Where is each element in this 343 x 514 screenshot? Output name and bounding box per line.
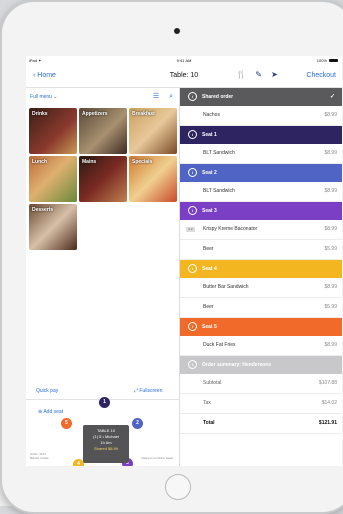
seat-1-button[interactable]: 1 [99,397,110,408]
category-breakfast[interactable]: Breakfast [129,108,177,154]
order-info: Order: 2101 Bartsd: trustle [30,452,49,460]
category-lunch[interactable]: Lunch [29,156,77,202]
seat-4-header[interactable]: i Seat 4 [180,260,342,278]
checkmark-icon: ✓ [329,94,335,100]
tax-row: Tax $14.02 [180,394,342,414]
navigation-bar: ‹ Home Table: 10 🍴 ✎ ➤ Checkout [26,65,342,88]
category-mains[interactable]: Mains [79,156,127,202]
order-item[interactable]: Beer $5.99 [180,298,342,318]
order-pane: i Shared order ✓ Nachos $8.99 i Seat 1 BLT … [180,88,342,466]
seat-2-button[interactable]: 2 [132,418,143,429]
battery-icon [329,59,338,63]
camera-icon [174,28,180,34]
category-specials[interactable]: Specials [129,156,177,202]
seat-5-header[interactable]: i Seat 5 [180,318,342,336]
category-appetizers[interactable]: Appetizers [79,108,127,154]
info-icon: i [188,92,197,102]
table-card[interactable]: TABLE 10 (1) 5 • Michael 1h 6m Shared $8… [83,425,129,463]
list-icon[interactable]: ☰ [153,93,159,100]
cutlery-icon[interactable]: 🍴 [236,70,246,79]
order-item[interactable]: 2.2 Krispy Kreme Baconator $8.99 [180,220,342,240]
seat-3-header[interactable]: i Seat 3 [180,202,342,220]
seat-2-header[interactable]: i Seat 2 [180,164,342,182]
home-button[interactable] [165,474,191,500]
category-desserts[interactable]: Desserts [29,204,77,250]
checkout-button[interactable]: Checkout [306,72,336,79]
info-icon: i [188,264,197,274]
add-seat-button[interactable]: ⊕ Add seat [38,409,63,415]
clock-label: 9:41 AM [176,58,192,63]
menu-pane: Full menu ⌄ ☰ ⌕ Drinks Appetizers Breakf… [26,88,180,466]
order-item[interactable]: BLT Sandwich $8.99 [180,182,342,202]
ipad-device: iPad ✦ 9:41 AM 100% ‹ Home Table: 10 🍴 ✎… [0,0,343,514]
order-item[interactable]: Butter Bar Sandwich $8.99 [180,278,342,298]
fullscreen-icon: ⤢ [134,388,139,394]
menu-selector[interactable]: Full menu ⌄ [30,94,58,100]
total-row: Total $121.91 [180,414,342,434]
swipe-hint: Swipe to combine seats [141,456,173,460]
seat-5-button[interactable]: 5 [61,418,72,429]
plus-circle-icon: ⊕ [38,409,43,415]
toolbar-icons: 🍴 ✎ ➤ [236,70,285,79]
info-icon: i [188,206,197,216]
search-icon[interactable]: ⌕ [169,93,173,100]
page-title: Table: 10 [169,72,199,79]
status-bar: iPad ✦ 9:41 AM 100% [26,56,342,64]
battery-indicator: 100% [317,58,338,63]
info-icon: i [188,322,197,332]
info-icon: i [188,168,197,178]
order-item[interactable]: Nachos $8.99 [180,106,342,126]
info-icon: i [188,130,197,140]
order-summary-header: i Order summary: Hendersons [180,356,342,374]
quantity-badge: 2.2 [186,227,195,232]
order-item[interactable]: BLT Sandwich $8.99 [180,144,342,164]
menu-icons: ☰ ⌕ [145,92,173,101]
category-drinks[interactable]: Drinks [29,108,77,154]
fullscreen-button[interactable]: ⤢ Fullscreen [134,388,162,394]
order-item[interactable]: Duck Fat Fries $8.99 [180,336,342,356]
quick-pay-button[interactable]: Quick pay [36,388,58,394]
send-icon[interactable]: ➤ [271,70,278,79]
seat-1-header[interactable]: i Seat 1 [180,126,342,144]
table-shared-amount: Shared $8.99 [93,446,119,451]
info-icon: i [188,360,197,370]
subtotal-row: Subtotal $107.88 [180,374,342,394]
shared-order-header[interactable]: i Shared order ✓ [180,88,342,106]
app-screen: iPad ✦ 9:41 AM 100% ‹ Home Table: 10 🍴 ✎… [26,56,342,466]
order-item[interactable]: Beer $5.99 [180,240,342,260]
pencil-icon[interactable]: ✎ [255,70,262,79]
